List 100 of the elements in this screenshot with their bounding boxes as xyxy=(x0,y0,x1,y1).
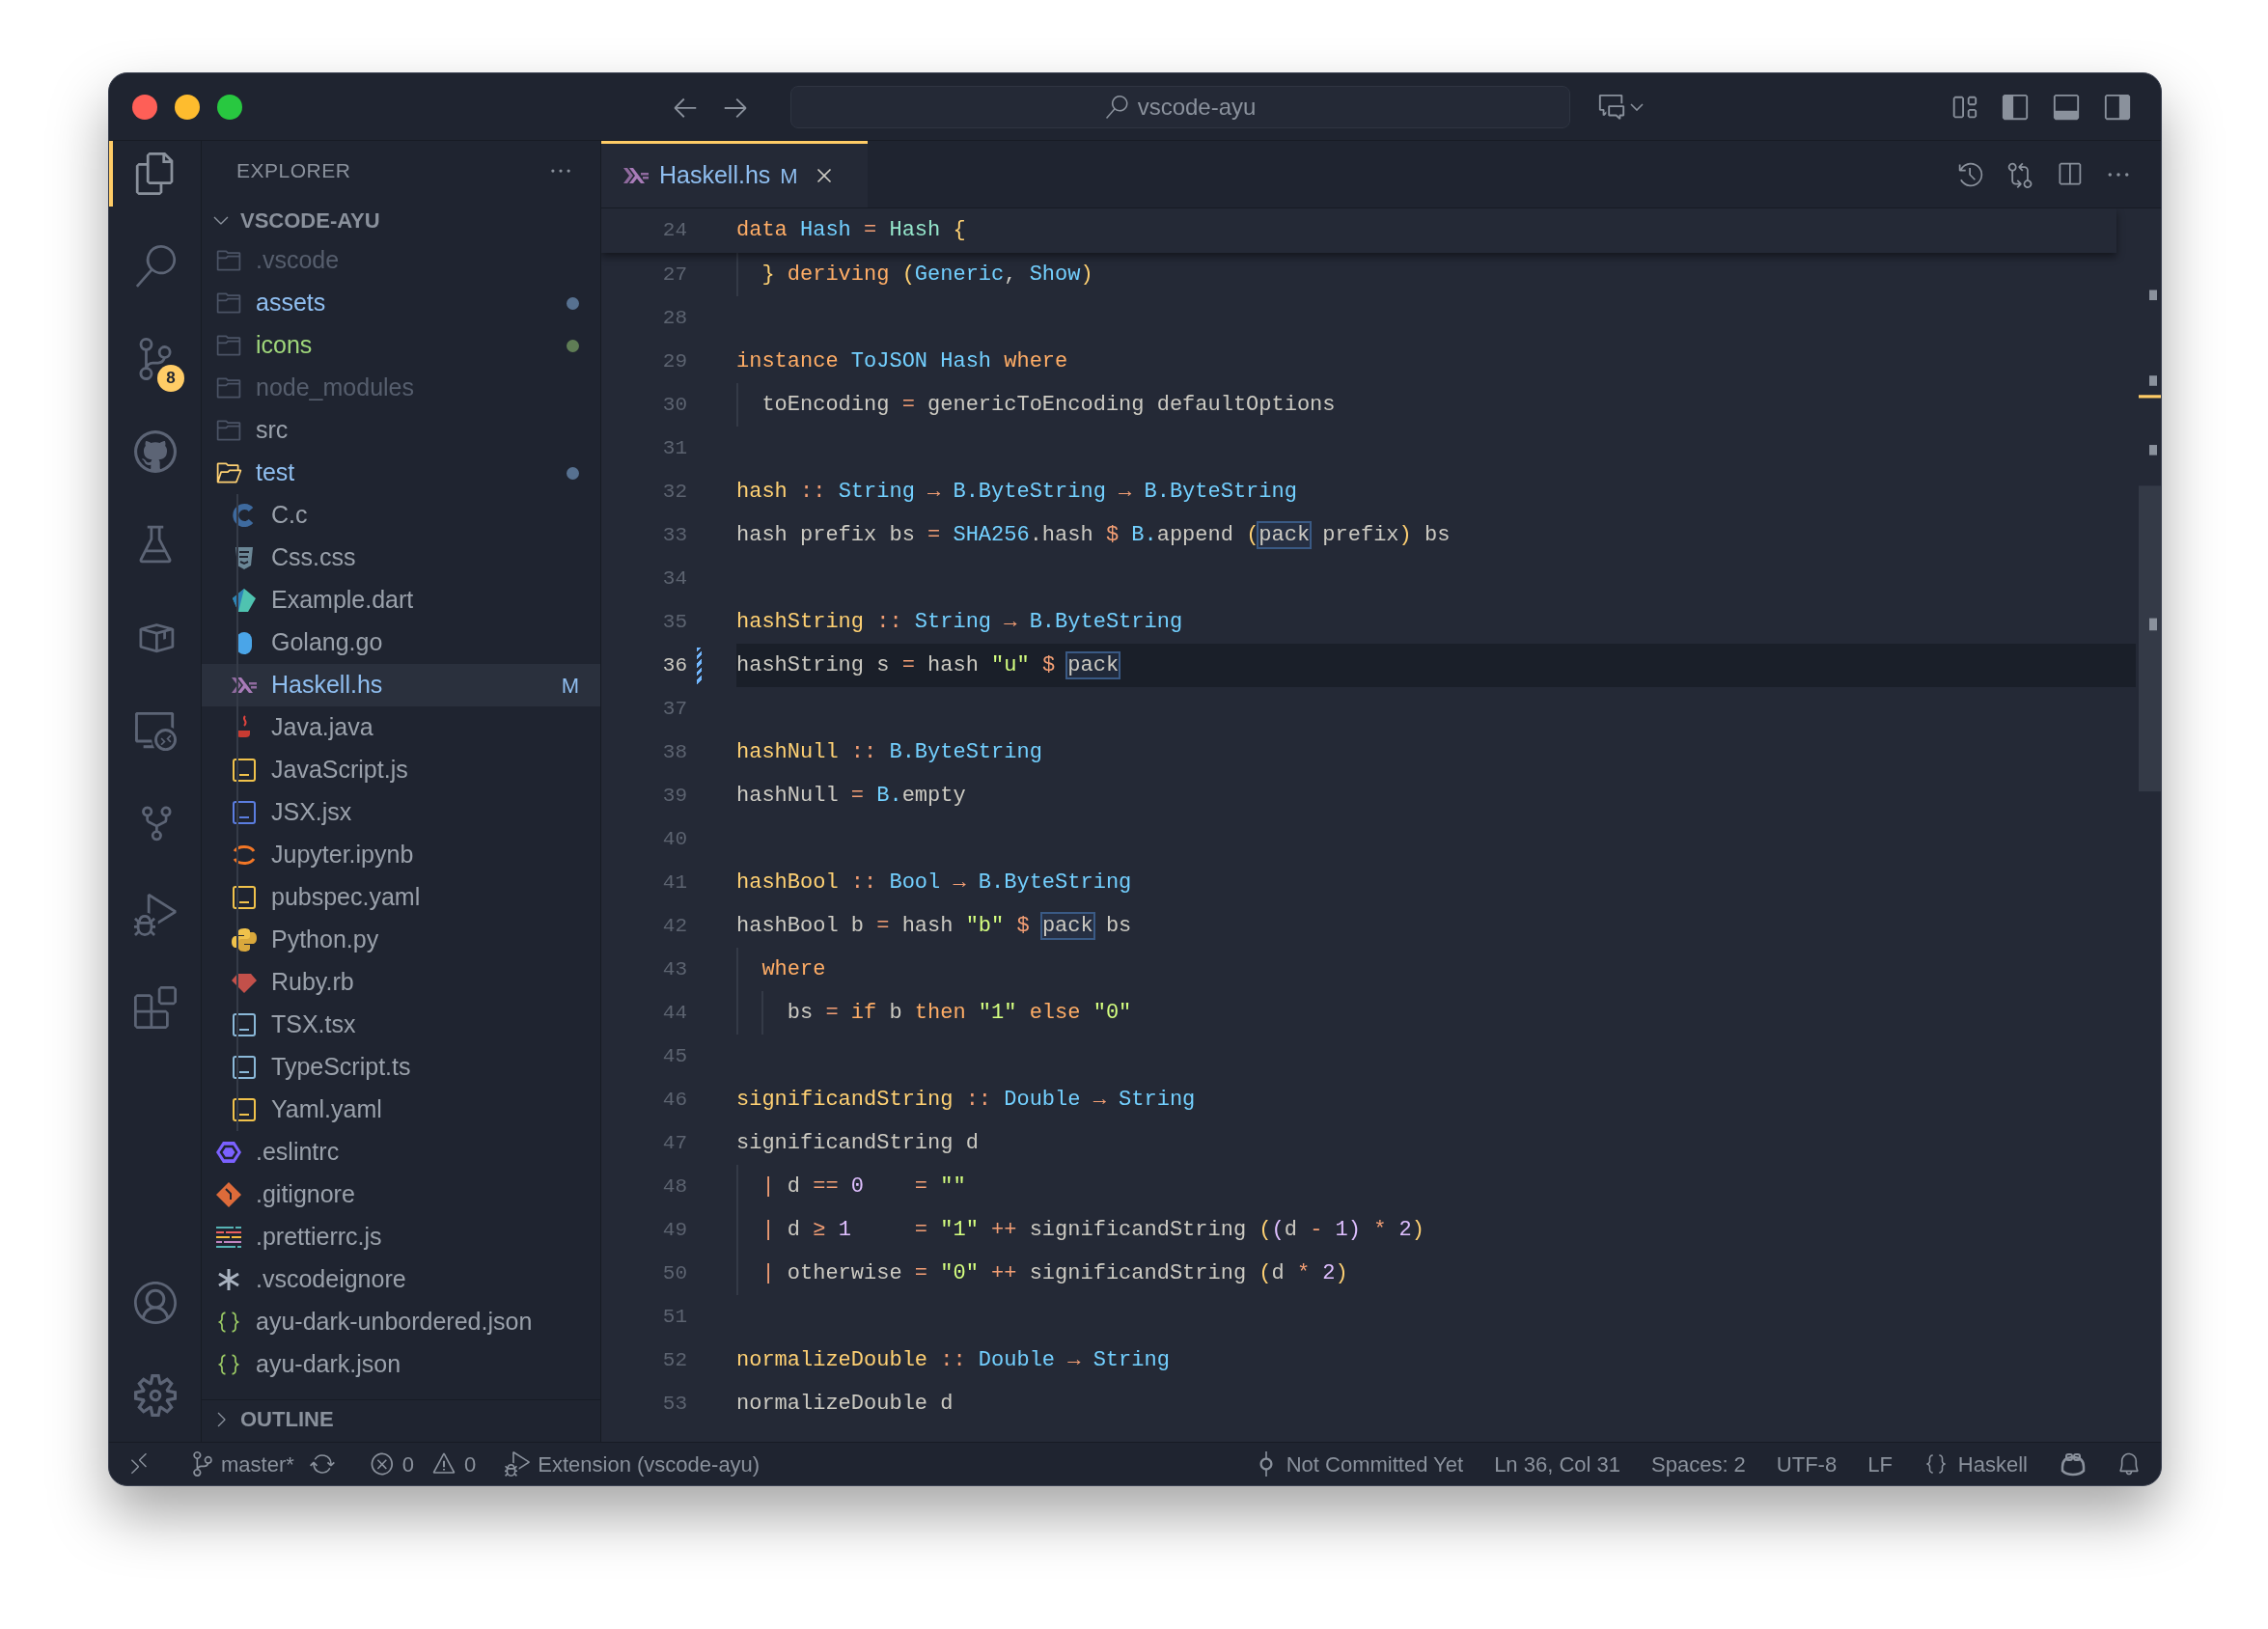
file-item[interactable]: TypeScript.ts xyxy=(202,1046,600,1089)
line-number: 27 xyxy=(661,262,687,288)
file-type-icon xyxy=(231,757,258,784)
panel-icon[interactable] xyxy=(2052,92,2081,122)
settings-icon[interactable] xyxy=(133,1374,177,1417)
code-line: | otherwise = "0" ++ significandString (d * 2) xyxy=(761,1259,1348,1287)
section-header[interactable]: VSCODE-AYU xyxy=(202,201,600,239)
minimize-window-button[interactable] xyxy=(175,94,200,120)
file-name: .vscode xyxy=(256,245,340,276)
file-name: ayu-dark-unbordered.json xyxy=(256,1307,533,1338)
line-ending-button[interactable]: LF xyxy=(1867,1448,1893,1480)
file-item[interactable]: JSX.jsx xyxy=(202,791,600,834)
file-item[interactable]: Golang.go xyxy=(202,621,600,664)
file-name: Haskell.hs xyxy=(271,670,383,701)
section-header[interactable]: OUTLINE xyxy=(202,1399,600,1438)
line-number: 37 xyxy=(661,696,687,722)
file-item[interactable]: Java.java xyxy=(202,706,600,749)
file-name: .vscodeignore xyxy=(256,1264,406,1295)
file-item[interactable]: test xyxy=(202,452,600,494)
encoding-button[interactable]: UTF-8 xyxy=(1776,1448,1838,1480)
line-number: 41 xyxy=(661,870,687,896)
caret-icon xyxy=(1630,102,1644,111)
file-item[interactable]: src xyxy=(202,409,600,452)
line-number: 32 xyxy=(661,479,687,505)
sidebar-right-icon[interactable] xyxy=(2103,92,2132,122)
extensions-icon[interactable] xyxy=(133,986,177,1029)
file-item[interactable]: .prettierrc.js xyxy=(202,1216,600,1258)
file-name: TSX.tsx xyxy=(271,1009,356,1040)
problems-button[interactable]: 0 0 xyxy=(369,1448,477,1480)
file-item[interactable]: JavaScript.js xyxy=(202,749,600,791)
task-button[interactable]: Extension (vscode-ayu) xyxy=(505,1448,761,1480)
file-item[interactable]: TSX.tsx xyxy=(202,1004,600,1046)
file-name: TypeScript.ts xyxy=(271,1052,411,1083)
file-name: Java.java xyxy=(271,712,373,743)
line-number: 34 xyxy=(661,566,687,592)
search-icon[interactable] xyxy=(133,245,177,288)
file-item[interactable]: .vscodeignore xyxy=(202,1258,600,1301)
line-number: 46 xyxy=(661,1087,687,1113)
branch-icon xyxy=(190,1451,215,1477)
file-name: Python.py xyxy=(271,925,379,955)
zoom-window-button[interactable] xyxy=(217,94,242,120)
file-item[interactable]: assets xyxy=(202,282,600,324)
line-number: 24 xyxy=(661,218,687,244)
code-line: } deriving (Generic, Show) xyxy=(761,261,1093,289)
file-item[interactable]: Yaml.yaml xyxy=(202,1089,600,1131)
cursor-position[interactable]: Ln 36, Col 31 xyxy=(1494,1448,1620,1480)
file-item[interactable]: pubspec.yaml xyxy=(202,876,600,919)
file-name: JSX.jsx xyxy=(271,797,352,828)
file-type-icon xyxy=(231,1054,258,1081)
file-item[interactable]: Example.dart xyxy=(202,579,600,621)
file-item[interactable]: Css.css xyxy=(202,537,600,579)
modified-label: M xyxy=(561,672,579,700)
file-name: assets xyxy=(256,288,326,318)
chat-button[interactable] xyxy=(1597,92,1644,122)
code-line: hashString s = hash "u" $ pack xyxy=(736,651,1120,679)
code-line: hashNull :: B.ByteString xyxy=(736,738,1042,766)
line-number: 52 xyxy=(661,1347,687,1373)
run-debug-icon[interactable] xyxy=(133,894,177,936)
line-number: 51 xyxy=(661,1304,687,1330)
compare-changes-icon[interactable] xyxy=(2006,160,2033,188)
file-item[interactable]: Python.py xyxy=(202,919,600,961)
file-item[interactable]: Ruby.rb xyxy=(202,961,600,1004)
line-number: 48 xyxy=(661,1173,687,1200)
diamond-icon xyxy=(231,587,258,614)
file-item[interactable]: C.c xyxy=(202,494,600,537)
octocat-icon[interactable] xyxy=(133,430,177,473)
file-name: pubspec.yaml xyxy=(271,882,421,913)
code-line: hashBool :: Bool → B.ByteString xyxy=(736,869,1132,897)
sync-icon[interactable] xyxy=(309,1451,335,1477)
line-number: 39 xyxy=(661,783,687,809)
line-number: 42 xyxy=(661,913,687,939)
file-item[interactable]: .eslintrc xyxy=(202,1131,600,1173)
code-line: | d ≥ 1 = "1" ++ significandString ((d - 1) * 2) xyxy=(761,1216,1424,1244)
file-item[interactable]: .gitignore xyxy=(202,1173,600,1216)
line-number: 36 xyxy=(661,652,687,678)
code-line: hashNull = B.empty xyxy=(736,782,966,810)
file-name: .eslintrc xyxy=(256,1137,340,1168)
file-item[interactable]: Haskell.hs M xyxy=(202,664,600,706)
close-window-button[interactable] xyxy=(132,94,157,120)
file-item[interactable]: icons xyxy=(202,324,600,367)
run-debug-icon xyxy=(505,1451,531,1477)
file-item[interactable]: Jupyter.ipynb xyxy=(202,834,600,876)
line-number: 44 xyxy=(661,1000,687,1026)
sidebar-left-icon[interactable] xyxy=(2001,92,2030,122)
file-item[interactable]: ayu-dark.json xyxy=(202,1343,600,1386)
blame-button[interactable]: Not Committed Yet xyxy=(1253,1448,1464,1480)
hexagon-icon xyxy=(215,1139,242,1166)
code-line: where xyxy=(761,955,826,983)
indentation-button[interactable]: Spaces: 2 xyxy=(1651,1448,1746,1480)
command-search-field[interactable]: vscode-ayu xyxy=(790,85,1570,128)
language-button[interactable]: Haskell xyxy=(1922,1448,2028,1480)
file-name: JavaScript.js xyxy=(271,755,408,786)
branch-button[interactable]: master* xyxy=(190,1448,294,1480)
line-number: 33 xyxy=(661,522,687,548)
account-icon[interactable] xyxy=(133,1282,177,1324)
line-number: 47 xyxy=(661,1130,687,1156)
line-number: 38 xyxy=(661,739,687,765)
file-item[interactable]: ayu-dark-unbordered.json xyxy=(202,1301,600,1343)
history-icon[interactable] xyxy=(1957,160,1984,188)
editor-tab[interactable]: Haskell.hs M xyxy=(601,141,868,207)
